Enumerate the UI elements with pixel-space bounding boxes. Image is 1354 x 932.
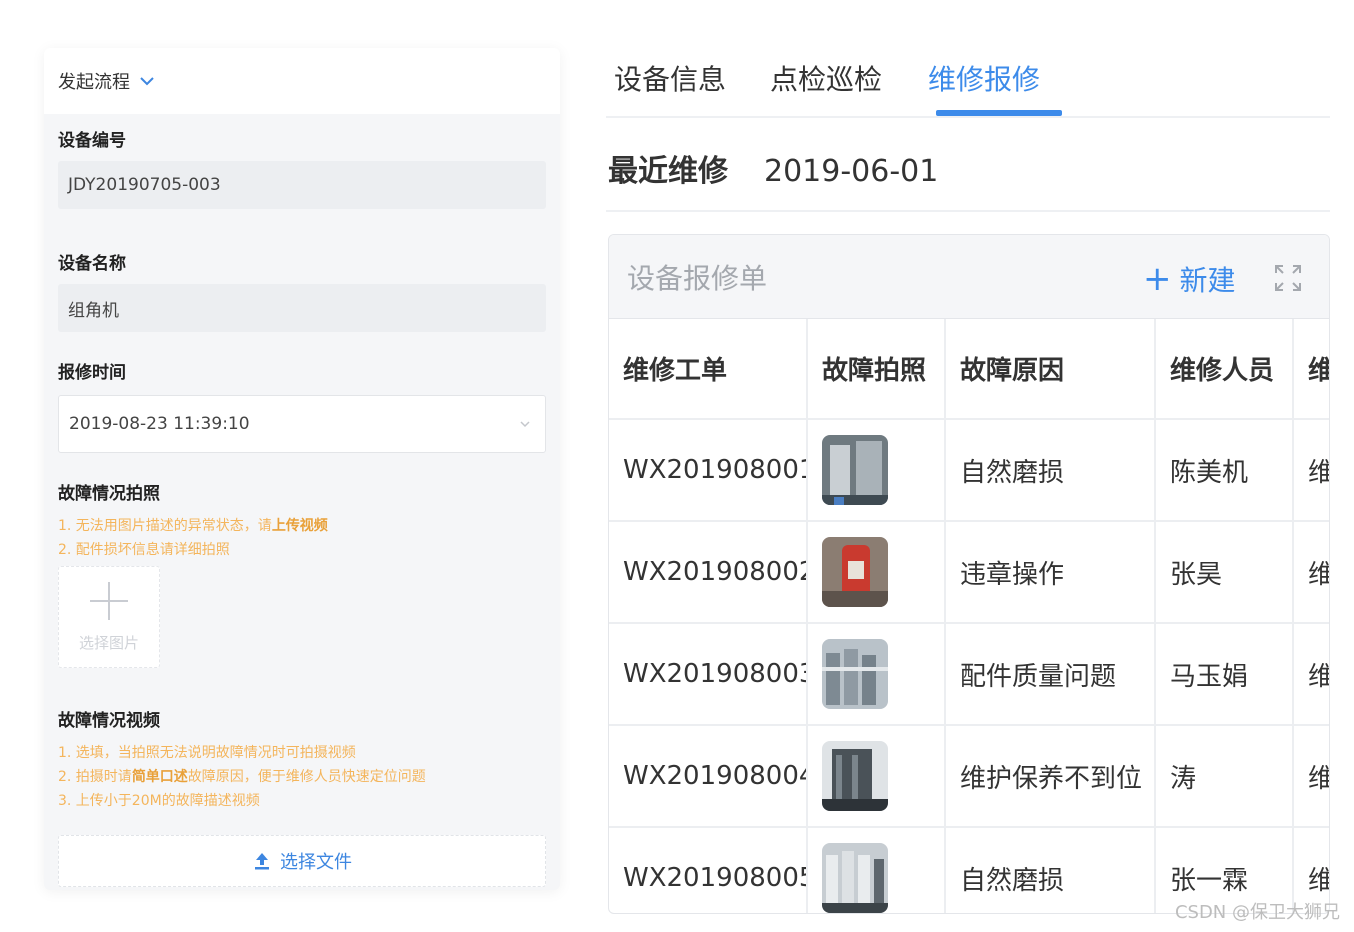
repair-time-label: 报修时间 bbox=[58, 363, 126, 383]
recent-repair-label: 最近维修 bbox=[608, 154, 728, 189]
fault-reason: 自然磨损 bbox=[945, 419, 1156, 522]
table-row[interactable]: WX201908003 配件质量问题 马玉娟 维 bbox=[609, 623, 1329, 726]
repair-person: 张昊 bbox=[1155, 521, 1294, 624]
repair-order-table: 维修工单 故障拍照 故障原因 维修人员 维 WX201908001 自然磨损 bbox=[609, 319, 1329, 913]
select-file-button[interactable]: 选择文件 bbox=[58, 835, 546, 887]
table-row[interactable]: WX201908004 维护保养不到位 涛 维 bbox=[609, 725, 1329, 828]
col-header-photo: 故障拍照 bbox=[807, 319, 946, 420]
start-process-label: 发起流程 bbox=[58, 72, 130, 93]
card-title: 设备报修单 bbox=[627, 262, 768, 295]
device-name-field[interactable]: 组角机 bbox=[58, 284, 546, 332]
order-no[interactable]: WX201908001 bbox=[609, 419, 808, 522]
video-hint-2-bold: 简单口述 bbox=[131, 769, 188, 785]
fault-photo[interactable] bbox=[822, 843, 888, 913]
video-hint-3: 3. 上传小于20M的故障描述视频 bbox=[58, 793, 260, 809]
col-header-extra: 维 bbox=[1293, 319, 1329, 420]
order-no[interactable]: WX201908004 bbox=[609, 725, 808, 828]
plus-icon: + bbox=[1143, 259, 1172, 299]
fault-photo[interactable] bbox=[822, 435, 888, 505]
repair-person: 马玉娟 bbox=[1155, 623, 1294, 726]
repair-order-card: 设备报修单 + 新建 维修工单 故障拍照 故障原因 维修人员 WX2019080… bbox=[608, 234, 1330, 914]
card-header: 设备报修单 + 新建 bbox=[609, 235, 1329, 319]
video-label: 故障情况视频 bbox=[58, 711, 160, 731]
video-hint-2-post: 故障原因，便于维修人员快速定位问题 bbox=[187, 769, 426, 785]
repair-person: 陈美机 bbox=[1155, 419, 1294, 522]
select-file-label: 选择文件 bbox=[280, 852, 352, 873]
active-tab-indicator bbox=[936, 110, 1062, 116]
fault-photo[interactable] bbox=[822, 741, 888, 811]
device-no-label: 设备编号 bbox=[58, 131, 126, 151]
photo-hint-1: 1. 无法用图片描述的异常状态，请上传视频 bbox=[58, 514, 546, 538]
video-hint-1: 1. 选填，当拍照无法说明故障情况时可拍摄视频 bbox=[58, 745, 356, 761]
fault-photo-cell bbox=[807, 827, 946, 913]
video-hint-2: 2. 拍摄时请简单口述故障原因，便于维修人员快速定位问题 bbox=[58, 765, 546, 789]
extra-cell: 维 bbox=[1293, 623, 1329, 726]
col-header-reason: 故障原因 bbox=[945, 319, 1156, 420]
divider bbox=[606, 210, 1330, 212]
device-detail-panel: 设备信息 点检巡检 维修报修 最近维修 2019-06-01 设备报修单 + 新建 bbox=[592, 28, 1352, 914]
device-no-field[interactable]: JDY20190705-003 bbox=[58, 161, 546, 209]
expand-icon[interactable] bbox=[1273, 263, 1303, 293]
extra-cell: 维 bbox=[1293, 419, 1329, 522]
extra-cell: 维 bbox=[1293, 725, 1329, 828]
tab-inspection[interactable]: 点检巡检 bbox=[770, 58, 882, 98]
photo-hint-2: 2. 配件损坏信息请详细拍照 bbox=[58, 542, 230, 558]
device-name-label: 设备名称 bbox=[58, 254, 126, 274]
recent-repair-date: 2019-06-01 bbox=[764, 154, 939, 189]
plus-icon bbox=[90, 581, 128, 620]
new-order-label: 新建 bbox=[1179, 264, 1236, 297]
tab-repair[interactable]: 维修报修 bbox=[928, 58, 1040, 98]
order-no[interactable]: WX201908003 bbox=[609, 623, 808, 726]
tab-bar: 设备信息 点检巡检 维修报修 bbox=[606, 28, 1330, 118]
fault-reason: 违章操作 bbox=[945, 521, 1156, 624]
extra-cell: 维 bbox=[1293, 521, 1329, 624]
fault-reason: 配件质量问题 bbox=[945, 623, 1156, 726]
chevron-down-icon bbox=[520, 421, 530, 428]
upload-icon bbox=[255, 853, 269, 870]
fault-photo-cell bbox=[807, 623, 946, 726]
fault-photo-cell bbox=[807, 725, 946, 828]
new-order-button[interactable]: + 新建 bbox=[1143, 259, 1236, 299]
photo-label: 故障情况拍照 bbox=[58, 484, 160, 504]
repair-person: 涛 bbox=[1155, 725, 1294, 828]
col-header-order: 维修工单 bbox=[609, 319, 808, 420]
watermark: CSDN @保卫大狮兄 bbox=[1174, 902, 1340, 923]
table-header-row: 维修工单 故障拍照 故障原因 维修人员 维 bbox=[609, 319, 1329, 420]
col-header-person: 维修人员 bbox=[1155, 319, 1294, 420]
start-process-header[interactable]: 发起流程 bbox=[44, 48, 560, 114]
video-hint-2-pre: 2. 拍摄时请 bbox=[58, 769, 132, 785]
chevron-down-icon bbox=[140, 77, 154, 86]
table-row[interactable]: WX201908001 自然磨损 陈美机 维 bbox=[609, 419, 1329, 522]
table-row[interactable]: WX201908002 违章操作 张昊 维 bbox=[609, 521, 1329, 624]
fault-reason: 自然磨损 bbox=[945, 827, 1156, 913]
fault-reason: 维护保养不到位 bbox=[945, 725, 1156, 828]
recent-repair: 最近维修 2019-06-01 bbox=[608, 146, 938, 190]
select-image-label: 选择图片 bbox=[78, 633, 139, 652]
fault-photo[interactable] bbox=[822, 639, 888, 709]
fault-photo-cell bbox=[807, 419, 946, 522]
repair-form-panel: 发起流程 设备编号 JDY20190705-003 设备名称 组角机 报修时间 … bbox=[44, 48, 560, 890]
order-no[interactable]: WX201908002 bbox=[609, 521, 808, 624]
fault-photo[interactable] bbox=[822, 537, 888, 607]
tab-device-info[interactable]: 设备信息 bbox=[614, 58, 726, 98]
upload-video-link: 上传视频 bbox=[271, 518, 328, 534]
repair-time-value: 2019-08-23 11:39:10 bbox=[69, 414, 250, 434]
select-image-button[interactable]: 选择图片 bbox=[58, 566, 160, 668]
photo-hint-1-text: 1. 无法用图片描述的异常状态，请 bbox=[58, 518, 272, 534]
repair-time-picker[interactable]: 2019-08-23 11:39:10 bbox=[58, 395, 546, 453]
fault-photo-cell bbox=[807, 521, 946, 624]
order-no[interactable]: WX201908005 bbox=[609, 827, 808, 913]
